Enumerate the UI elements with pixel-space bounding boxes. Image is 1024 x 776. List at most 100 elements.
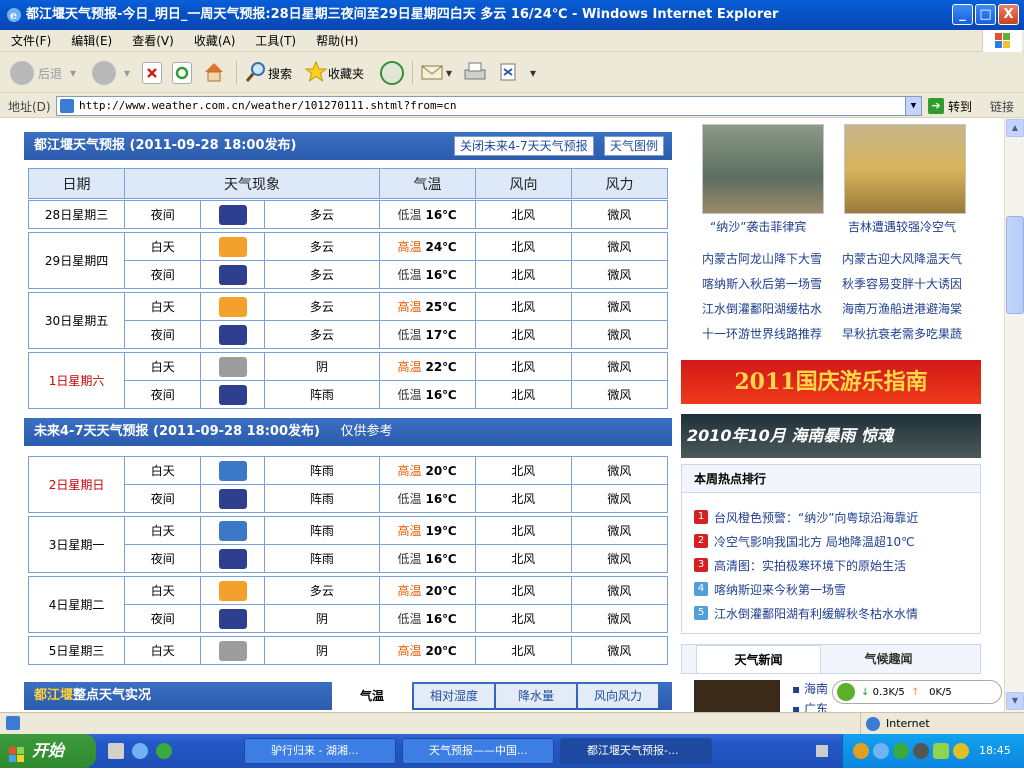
weather-text: 阵雨 [264, 380, 380, 409]
forward-dropdown[interactable]: ▾ [124, 59, 130, 87]
print-button[interactable] [462, 59, 488, 87]
svg-text:e: e [10, 9, 17, 22]
taskbar: 开始 驴行归来 - 湖湘... 天气预报——中国... 都江堰天气预报-... … [0, 734, 1024, 768]
news-link[interactable]: 喀纳斯入秋后第一场雪 [702, 275, 822, 292]
forecast-row: 夜间 阵雨 低温 16℃ 北风 微风 [29, 544, 669, 573]
weather-icon-cell [200, 232, 266, 261]
refresh-button[interactable] [172, 59, 196, 87]
tab-temp[interactable]: 气温 [332, 682, 412, 710]
tray-icon[interactable] [933, 743, 949, 759]
back-button[interactable]: 后退 [10, 59, 62, 87]
temp-label: 低温 [397, 268, 422, 282]
tab-precipitation[interactable]: 降水量 [496, 684, 576, 708]
tray-icon[interactable] [913, 743, 929, 759]
internet-zone-icon [866, 717, 880, 731]
show-desktop-icon[interactable] [108, 743, 124, 759]
menu-view[interactable]: 查看(V) [123, 30, 183, 52]
tab-weather-news[interactable]: 天气新闻 [696, 645, 821, 673]
day-date: 1日星期六 [27, 352, 126, 409]
weather-icon-cell [200, 260, 266, 289]
address-input[interactable]: http://www.weather.com.cn/weather/101270… [56, 96, 922, 116]
tab-climate-fun[interactable]: 气候趣闻 [826, 645, 951, 673]
news-tabs: 天气新闻 气候趣闻 [681, 644, 981, 674]
wind-force: 微风 [570, 260, 669, 289]
mail-button[interactable]: ▾ [420, 59, 452, 87]
tab-wind[interactable]: 风向风力 [578, 684, 658, 708]
wind-direction: 北风 [474, 232, 572, 261]
keyboard-icon[interactable] [816, 745, 828, 757]
news-thumbnail[interactable] [694, 680, 780, 712]
browser-quicklaunch-icon[interactable] [156, 743, 172, 759]
forecast-row: 2日星期日 白天 阵雨 高温 20℃ 北风 微风 [27, 456, 669, 513]
col-wind-dir: 风向 [475, 168, 572, 199]
taskbar-item[interactable]: 天气预报——中国... [402, 738, 554, 764]
close-button[interactable]: X [998, 4, 1019, 25]
photo-cold-air[interactable] [844, 124, 966, 214]
news-link[interactable]: 早秋抗衰老需多吃果蔬 [842, 325, 962, 342]
history-button[interactable] [380, 59, 408, 87]
photo-caption-cold-air[interactable]: 吉林遭遇较强冷空气 [848, 218, 956, 235]
menu-edit[interactable]: 编辑(E) [62, 30, 121, 52]
tray-icon[interactable] [853, 743, 869, 759]
news-item[interactable]: ▪ 广东 [792, 700, 828, 712]
hot-item[interactable]: 3 高清图：实拍极寒环境下的原始生活 [694, 555, 906, 575]
news-link[interactable]: 海南万渔船进港避海棠 [842, 300, 962, 317]
news-link[interactable]: 内蒙古迎大风降温天气 [842, 250, 962, 267]
vertical-scrollbar[interactable]: ▲ ▼ [1004, 118, 1024, 712]
news-link[interactable]: 内蒙古阿龙山降下大雪 [702, 250, 822, 267]
news-link[interactable]: 秋季容易变胖十大诱因 [842, 275, 962, 292]
news-link[interactable]: 十一环游世界线路推荐 [702, 325, 822, 342]
tab-humidity[interactable]: 相对湿度 [414, 684, 494, 708]
edit-button[interactable]: ▾ [498, 59, 536, 87]
taskbar-item[interactable]: 驴行归来 - 湖湘... [244, 738, 396, 764]
temperature: 低温 16℃ [378, 380, 476, 409]
maximize-button[interactable]: □ [975, 4, 996, 25]
tray-icon[interactable] [893, 743, 909, 759]
start-button[interactable]: 开始 [0, 734, 96, 768]
night-shower-icon [218, 488, 247, 509]
forecast-row: 夜间 多云 低温 16℃ 北风 微风 [29, 260, 669, 289]
search-button[interactable]: 搜索 [244, 59, 292, 87]
news-link[interactable]: 江水倒灌鄱阳湖缓枯水 [702, 300, 822, 317]
forecast-row: 夜间阴低温 16℃ 北风 微风 [29, 604, 669, 633]
ie-quicklaunch-icon[interactable] [132, 743, 148, 759]
photo-typhoon[interactable] [702, 124, 824, 214]
temp-value: 20℃ [425, 644, 457, 658]
extended-title: 未来4-7天天气预报 (2011-09-28 18:00发布) [34, 424, 320, 439]
menu-tools[interactable]: 工具(T) [246, 30, 305, 52]
photo-caption-typhoon[interactable]: “纳沙”袭击菲律宾 [710, 218, 806, 235]
menu-file[interactable]: 文件(F) [2, 30, 60, 52]
scroll-down-button[interactable]: ▼ [1006, 692, 1024, 710]
scroll-thumb[interactable] [1006, 216, 1024, 314]
net-up: 0K/5 [929, 686, 952, 698]
menu-favorites[interactable]: 收藏(A) [185, 30, 245, 52]
close-extended-button[interactable]: 关闭未来4-7天天气预报 [454, 136, 594, 156]
taskbar-item-active[interactable]: 都江堰天气预报-... [560, 738, 712, 764]
forward-button[interactable] [92, 59, 120, 87]
news-item[interactable]: ▪ 海南 [792, 680, 828, 697]
tray-icon[interactable] [953, 743, 969, 759]
go-arrow-icon: ➔ [928, 98, 944, 114]
hot-item[interactable]: 1 台风橙色预警：“纳沙”向粤琼沿海靠近 [694, 507, 918, 527]
hot-item[interactable]: 5 江水倒灌鄱阳湖有利缓解秋冬枯水水情 [694, 603, 918, 623]
home-button[interactable] [202, 59, 226, 87]
home-icon [202, 60, 226, 87]
back-dropdown[interactable]: ▾ [70, 59, 76, 87]
toolbar: 后退 ▾ ▾ 搜索 收藏夹 ▾ ▾ [0, 53, 1024, 93]
day-period: 夜间 [124, 320, 202, 349]
links-button[interactable]: 链接 [990, 98, 1014, 115]
tray-icon[interactable] [873, 743, 889, 759]
banner-national-day[interactable]: 2011国庆游乐指南 [681, 360, 981, 404]
menu-help[interactable]: 帮助(H) [307, 30, 367, 52]
minimize-button[interactable]: _ [952, 4, 973, 25]
go-button[interactable]: ➔ 转到 [928, 97, 972, 115]
hot-item[interactable]: 4 喀纳斯迎来今秋第一场雪 [694, 579, 846, 599]
hot-item[interactable]: 2 冷空气影响我国北方 局地降温超10℃ [694, 531, 915, 551]
banner-hainan-rain[interactable]: 2010年10月 海南暴雨 惊魂 [681, 414, 981, 458]
network-icon [837, 683, 855, 701]
favorites-button[interactable]: 收藏夹 [304, 59, 364, 87]
stop-button[interactable] [142, 59, 166, 87]
address-dropdown[interactable]: ▼ [905, 97, 921, 115]
legend-button[interactable]: 天气图例 [604, 136, 665, 156]
scroll-up-button[interactable]: ▲ [1006, 119, 1024, 137]
